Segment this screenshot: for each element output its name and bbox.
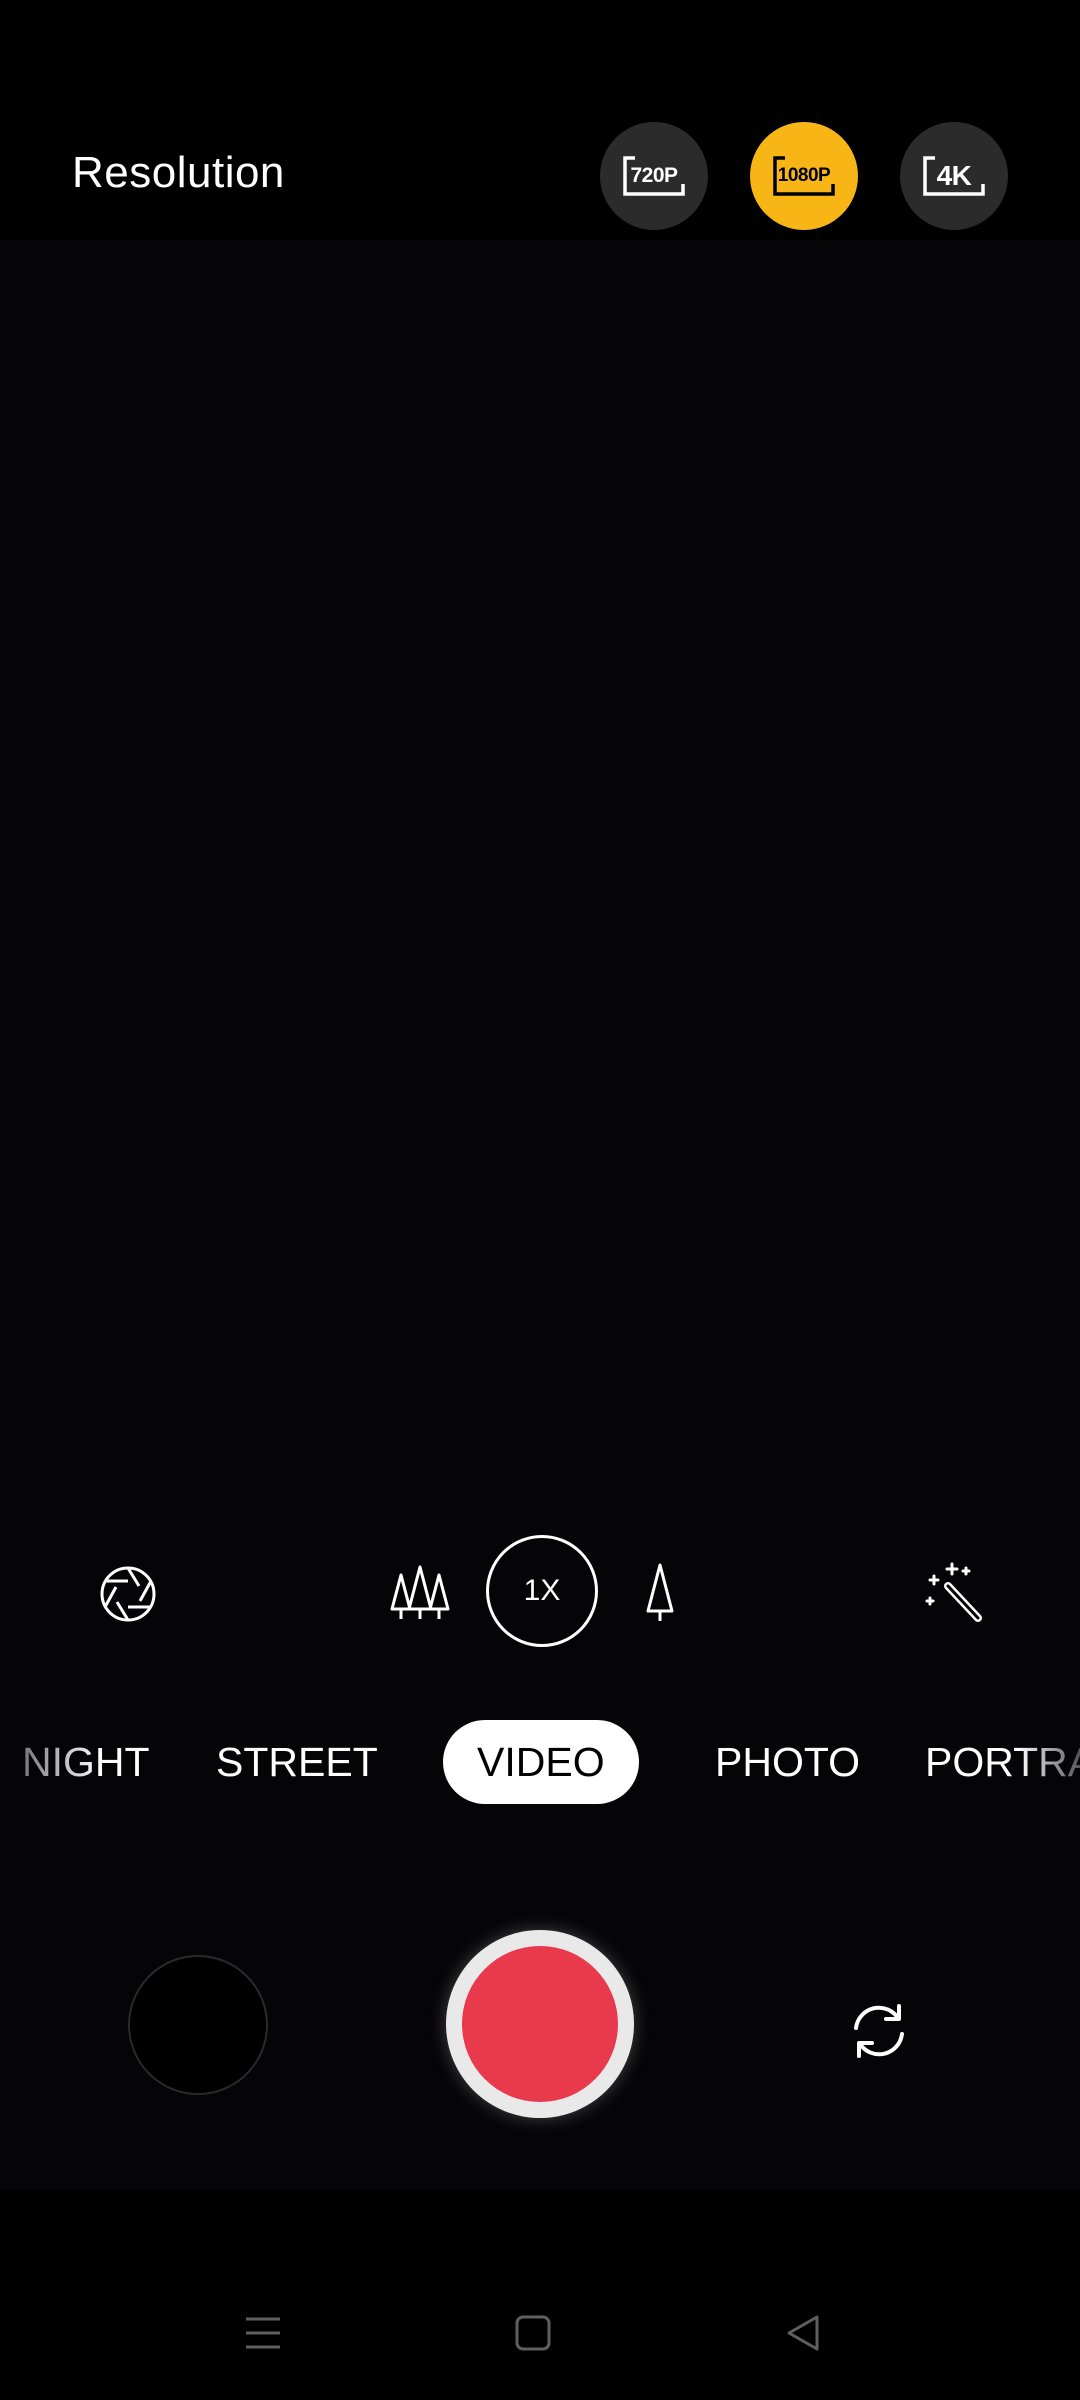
tree-tele-icon[interactable] xyxy=(624,1556,696,1628)
record-button[interactable] xyxy=(446,1930,634,2118)
res-720p-label: 720P xyxy=(630,164,678,187)
mode-portrait[interactable]: PORTRA xyxy=(925,1720,1080,1804)
mode-street[interactable]: STREET xyxy=(216,1720,378,1804)
menu-icon[interactable] xyxy=(240,2310,286,2356)
gallery-thumbnail[interactable] xyxy=(128,1955,268,2095)
mode-video[interactable]: VIDEO xyxy=(443,1720,639,1804)
resolution-1080p-button[interactable]: 1080P xyxy=(750,122,858,230)
res-1080p-badge: 1080P xyxy=(771,155,837,197)
switch-camera-icon[interactable] xyxy=(838,1990,920,2072)
res-4k-badge: 4K xyxy=(921,155,987,197)
res-4k-label: 4K xyxy=(936,160,972,191)
system-nav-bar xyxy=(0,2290,1080,2400)
aperture-icon[interactable] xyxy=(92,1558,164,1630)
mode-night[interactable]: NIGHT xyxy=(22,1720,150,1804)
zoom-label: 1X xyxy=(523,1574,561,1607)
zoom-1x-button[interactable]: 1X xyxy=(486,1535,598,1647)
resolution-bar: Resolution 720P 1080P 4K xyxy=(0,0,1080,240)
viewfinder[interactable] xyxy=(0,240,1080,2190)
res-1080p-label: 1080P xyxy=(777,165,831,186)
mode-photo[interactable]: PHOTO xyxy=(715,1720,860,1804)
record-button-inner xyxy=(462,1946,618,2102)
resolution-720p-button[interactable]: 720P xyxy=(600,122,708,230)
resolution-4k-button[interactable]: 4K xyxy=(900,122,1008,230)
trees-wide-icon[interactable] xyxy=(384,1556,456,1628)
resolution-label: Resolution xyxy=(72,148,285,197)
mode-selector: NIGHT STREET VIDEO PHOTO PORTRA xyxy=(0,1720,1080,1830)
camera-app: Resolution 720P 1080P 4K 1X NIGHT STREET… xyxy=(0,0,1080,2400)
magic-wand-icon[interactable] xyxy=(918,1556,990,1628)
home-icon[interactable] xyxy=(510,2310,556,2356)
res-720p-badge: 720P xyxy=(621,155,687,197)
back-icon[interactable] xyxy=(780,2310,826,2356)
